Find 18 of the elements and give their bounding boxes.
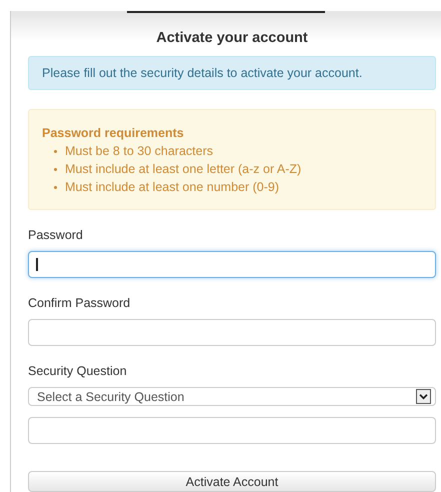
requirement-text: Must include at least one letter (a-z or A-Z) bbox=[65, 161, 302, 178]
info-message: Please fill out the security details to activate your account. bbox=[28, 56, 436, 90]
input-field[interactable] bbox=[28, 417, 436, 444]
bullet-icon bbox=[54, 186, 57, 188]
bullet-icon bbox=[54, 168, 57, 170]
requirements-heading: Password requirements bbox=[42, 125, 185, 142]
input-field[interactable] bbox=[28, 251, 436, 278]
requirement-text: Must include at least one number (0-9) bbox=[65, 179, 279, 196]
page-title: Activate your account bbox=[155, 29, 309, 47]
text-cursor-icon bbox=[36, 258, 38, 271]
field-label: Security Question bbox=[28, 364, 128, 379]
field-label: Password bbox=[28, 228, 84, 243]
field-label: Confirm Password bbox=[28, 296, 132, 311]
requirement-text: Must be 8 to 30 characters bbox=[65, 143, 213, 160]
input-field[interactable] bbox=[28, 319, 436, 346]
security-question-select[interactable]: Select a Security Question bbox=[28, 387, 436, 406]
bullet-icon bbox=[54, 150, 57, 152]
activate-account-button[interactable]: Activate Account bbox=[28, 471, 436, 492]
